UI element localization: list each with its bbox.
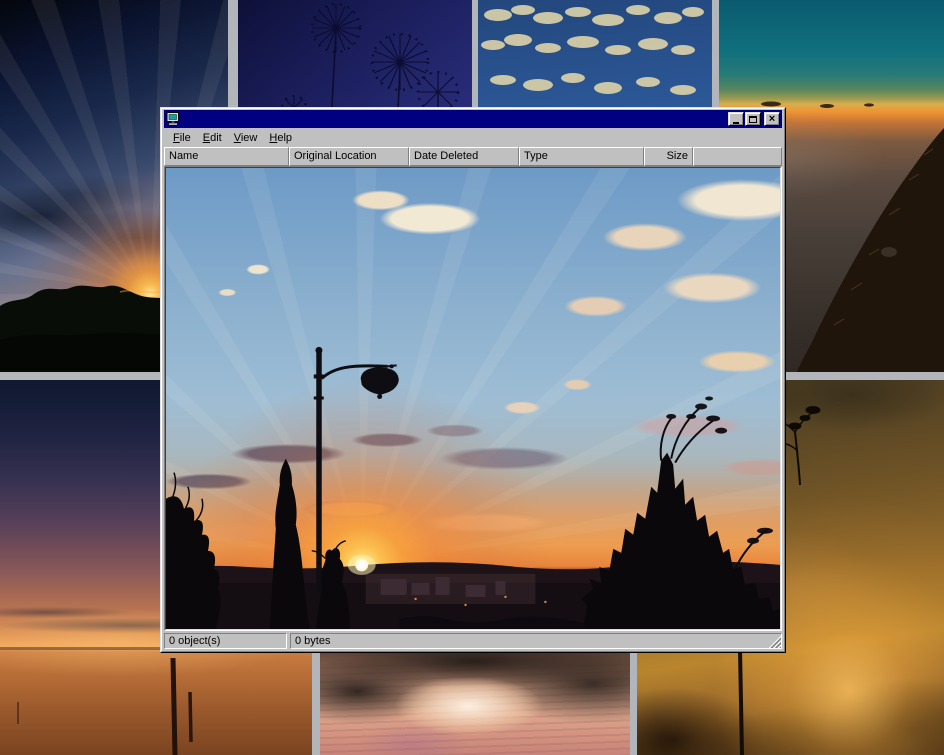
close-button[interactable]: × <box>764 112 780 126</box>
menu-edit[interactable]: Edit <box>197 130 228 146</box>
column-header-name[interactable]: Name <box>164 147 289 166</box>
maximize-icon <box>749 116 757 123</box>
resize-grip[interactable] <box>768 635 781 648</box>
minimize-button[interactable] <box>728 112 744 126</box>
status-bar: 0 object(s) 0 bytes <box>164 633 782 649</box>
maximize-button[interactable] <box>745 112 761 126</box>
sunset-street-lamp-photo <box>166 168 780 629</box>
window-frame: × File Edit View Help Name Original Loca… <box>161 108 785 652</box>
file-list-inner <box>165 167 781 630</box>
column-header-type[interactable]: Type <box>519 147 644 166</box>
menu-file[interactable]: File <box>167 130 197 146</box>
status-size: 0 bytes <box>290 633 782 649</box>
column-header-original-location[interactable]: Original Location <box>289 147 409 166</box>
column-header-row: Name Original Location Date Deleted Type… <box>164 147 782 166</box>
menu-help[interactable]: Help <box>263 130 298 146</box>
column-header-date-deleted[interactable]: Date Deleted <box>409 147 519 166</box>
menu-bar: File Edit View Help <box>164 128 782 147</box>
menu-view[interactable]: View <box>228 130 264 146</box>
title-bar[interactable]: × <box>164 110 782 128</box>
minimize-icon <box>733 122 739 124</box>
desktop: { "desktop": { "divider_color": "#b2b6ba… <box>0 0 944 755</box>
close-icon: × <box>769 114 775 124</box>
file-list-area[interactable] <box>164 166 782 631</box>
status-object-count: 0 object(s) <box>164 633 287 649</box>
photo-silhouettes <box>166 168 780 629</box>
column-header-stub <box>693 147 782 166</box>
column-header-size[interactable]: Size <box>644 147 693 166</box>
recycle-bin-window: × File Edit View Help Name Original Loca… <box>160 107 786 653</box>
computer-icon <box>166 112 180 126</box>
status-size-text: 0 bytes <box>295 635 330 647</box>
